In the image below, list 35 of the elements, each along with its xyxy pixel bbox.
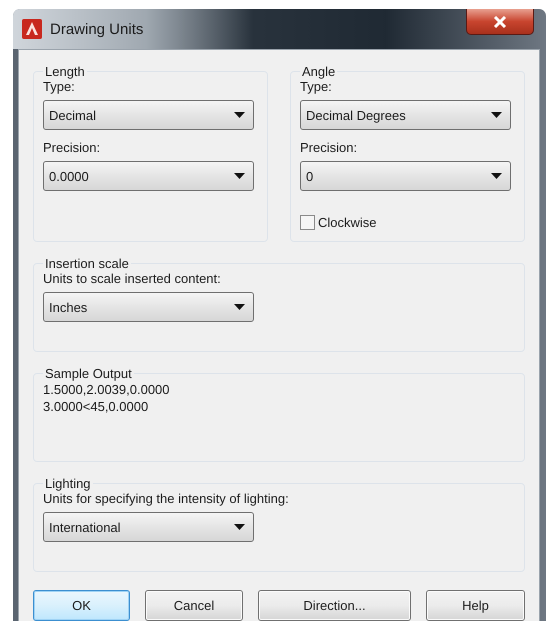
app-logo-icon: [22, 19, 42, 39]
group-heading: Length: [44, 64, 86, 79]
dropdown-arrow-icon: [234, 173, 245, 179]
field-label: Type:: [43, 79, 76, 94]
dropdown-arrow-icon: [491, 173, 502, 179]
sample-output-line: 3.0000<45,0.0000: [43, 398, 150, 415]
sample-output-line: 1.5000,2.0039,0.0000: [43, 381, 171, 398]
group-heading: Sample Output: [44, 366, 133, 381]
dropdown-arrow-icon: [234, 304, 245, 310]
dropdown[interactable]: International: [43, 512, 254, 542]
group-heading: Angle: [301, 64, 336, 79]
checkbox[interactable]: [300, 215, 315, 230]
field-label: Precision:: [300, 140, 358, 155]
checkbox-label: Clockwise: [318, 215, 377, 230]
dialog-button[interactable]: OK: [33, 590, 130, 621]
dropdown-arrow-icon: [234, 112, 245, 118]
dropdown-arrow-icon: [234, 524, 245, 530]
field-label: Units to scale inserted content:: [43, 271, 222, 286]
dialog-button[interactable]: Cancel: [145, 590, 243, 621]
dialog-button[interactable]: Direction...: [258, 590, 411, 621]
close-button[interactable]: [466, 9, 534, 35]
dropdown[interactable]: Inches: [43, 292, 254, 322]
field-label: Precision:: [43, 140, 102, 155]
close-icon: [493, 16, 507, 28]
group-heading: Insertion scale: [44, 256, 130, 271]
dropdown-arrow-icon: [491, 112, 502, 118]
dropdown[interactable]: Decimal: [43, 100, 254, 130]
dropdown[interactable]: 0.0000: [43, 161, 254, 191]
dropdown[interactable]: 0: [300, 161, 511, 191]
window-title: Drawing Units: [50, 20, 144, 38]
dropdown[interactable]: Decimal Degrees: [300, 100, 511, 130]
dialog-button[interactable]: Help: [426, 590, 525, 621]
field-label: Type:: [300, 79, 333, 94]
group-heading: Lighting: [44, 476, 92, 491]
field-label: Units for specifying the intensity of lighting:: [43, 491, 290, 506]
